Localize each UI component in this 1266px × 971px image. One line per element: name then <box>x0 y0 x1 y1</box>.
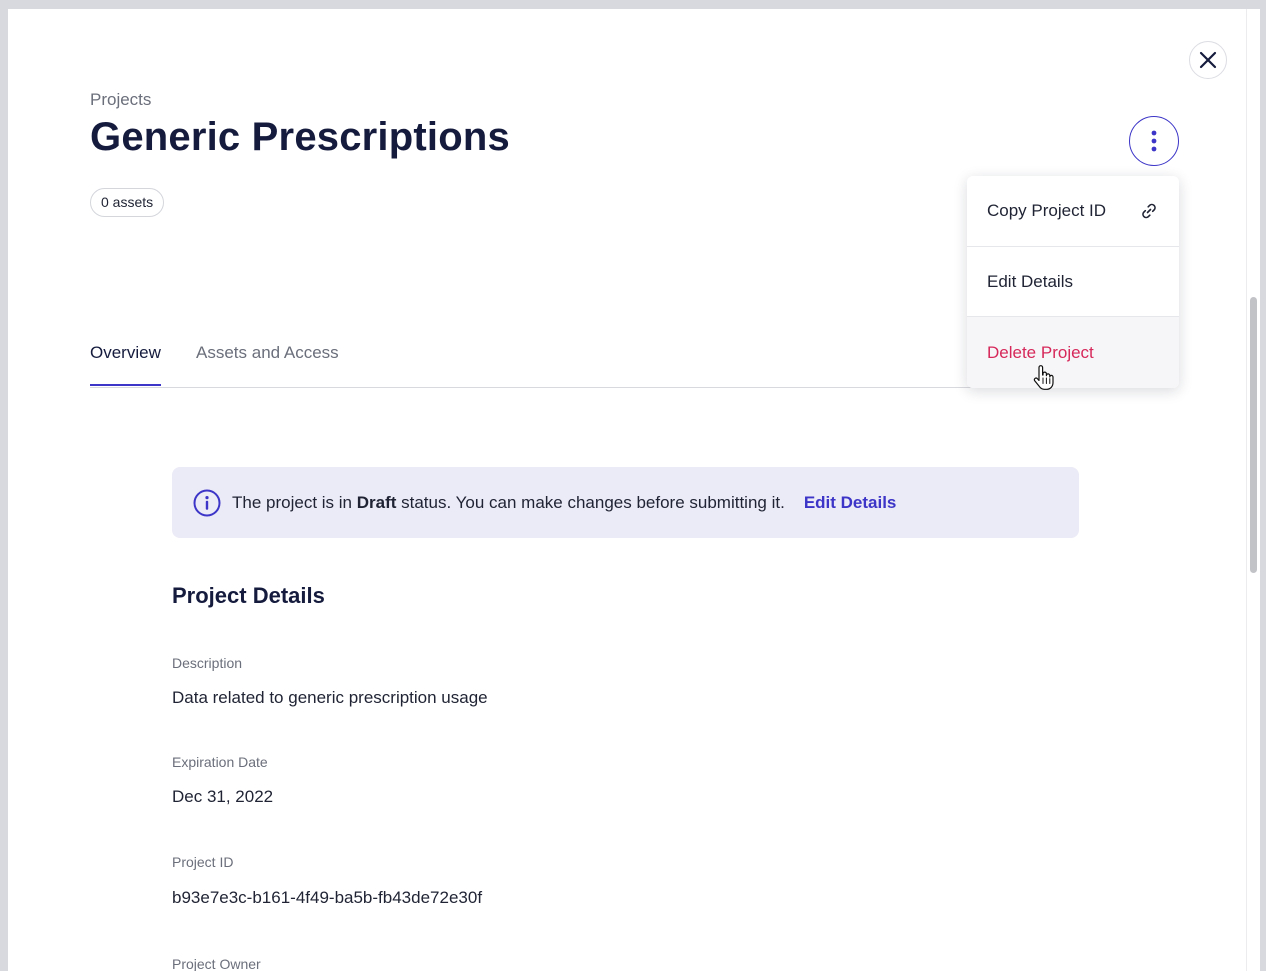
scrollbar-thumb[interactable] <box>1250 297 1257 573</box>
banner-edit-details-link[interactable]: Edit Details <box>804 493 897 513</box>
expiration-date-value: Dec 31, 2022 <box>172 787 274 806</box>
info-icon <box>193 489 221 516</box>
banner-status: Draft <box>356 492 397 512</box>
project-id-label: Project ID <box>172 854 234 870</box>
project-actions-menu: Copy Project ID Edit Details Delete Proj… <box>967 176 1179 388</box>
scrollbar[interactable] <box>1246 9 1260 971</box>
close-icon <box>1199 51 1217 69</box>
description-label: Description <box>172 655 243 671</box>
description-value: Data related to generic prescription usa… <box>172 688 488 707</box>
menu-item-label: Edit Details <box>987 271 1073 291</box>
menu-item-label: Delete Project <box>987 342 1094 362</box>
project-owner-label: Project Owner <box>172 956 261 971</box>
menu-item-copy-project-id[interactable]: Copy Project ID <box>967 176 1179 246</box>
hand-pointer-cursor-icon <box>1033 365 1054 390</box>
project-details-heading: Project Details <box>172 583 325 608</box>
menu-item-edit-details[interactable]: Edit Details <box>967 246 1179 316</box>
menu-item-delete-project[interactable]: Delete Project <box>967 316 1179 388</box>
project-detail-panel: Projects Generic Prescriptions 0 assets … <box>8 9 1260 971</box>
kebab-menu-icon <box>1151 130 1157 152</box>
banner-message: The project is in Draft status. You can … <box>232 492 785 512</box>
tab-bar: Overview Assets and Access <box>90 339 980 388</box>
draft-status-banner: The project is in Draft status. You can … <box>172 467 1079 538</box>
link-icon <box>1142 203 1156 219</box>
menu-item-label: Copy Project ID <box>987 201 1107 220</box>
close-button[interactable] <box>1189 41 1227 79</box>
breadcrumb[interactable]: Projects <box>90 90 151 110</box>
tab-assets-and-access[interactable]: Assets and Access <box>196 343 339 363</box>
more-options-button[interactable] <box>1129 116 1179 166</box>
assets-count-badge: 0 assets <box>90 188 165 217</box>
tab-overview[interactable]: Overview <box>90 343 161 386</box>
page-title: Generic Prescriptions <box>90 115 510 159</box>
project-id-value: b93e7e3c-b161-4f49-ba5b-fb43de72e30f <box>172 888 483 907</box>
expiration-date-label: Expiration Date <box>172 754 268 770</box>
